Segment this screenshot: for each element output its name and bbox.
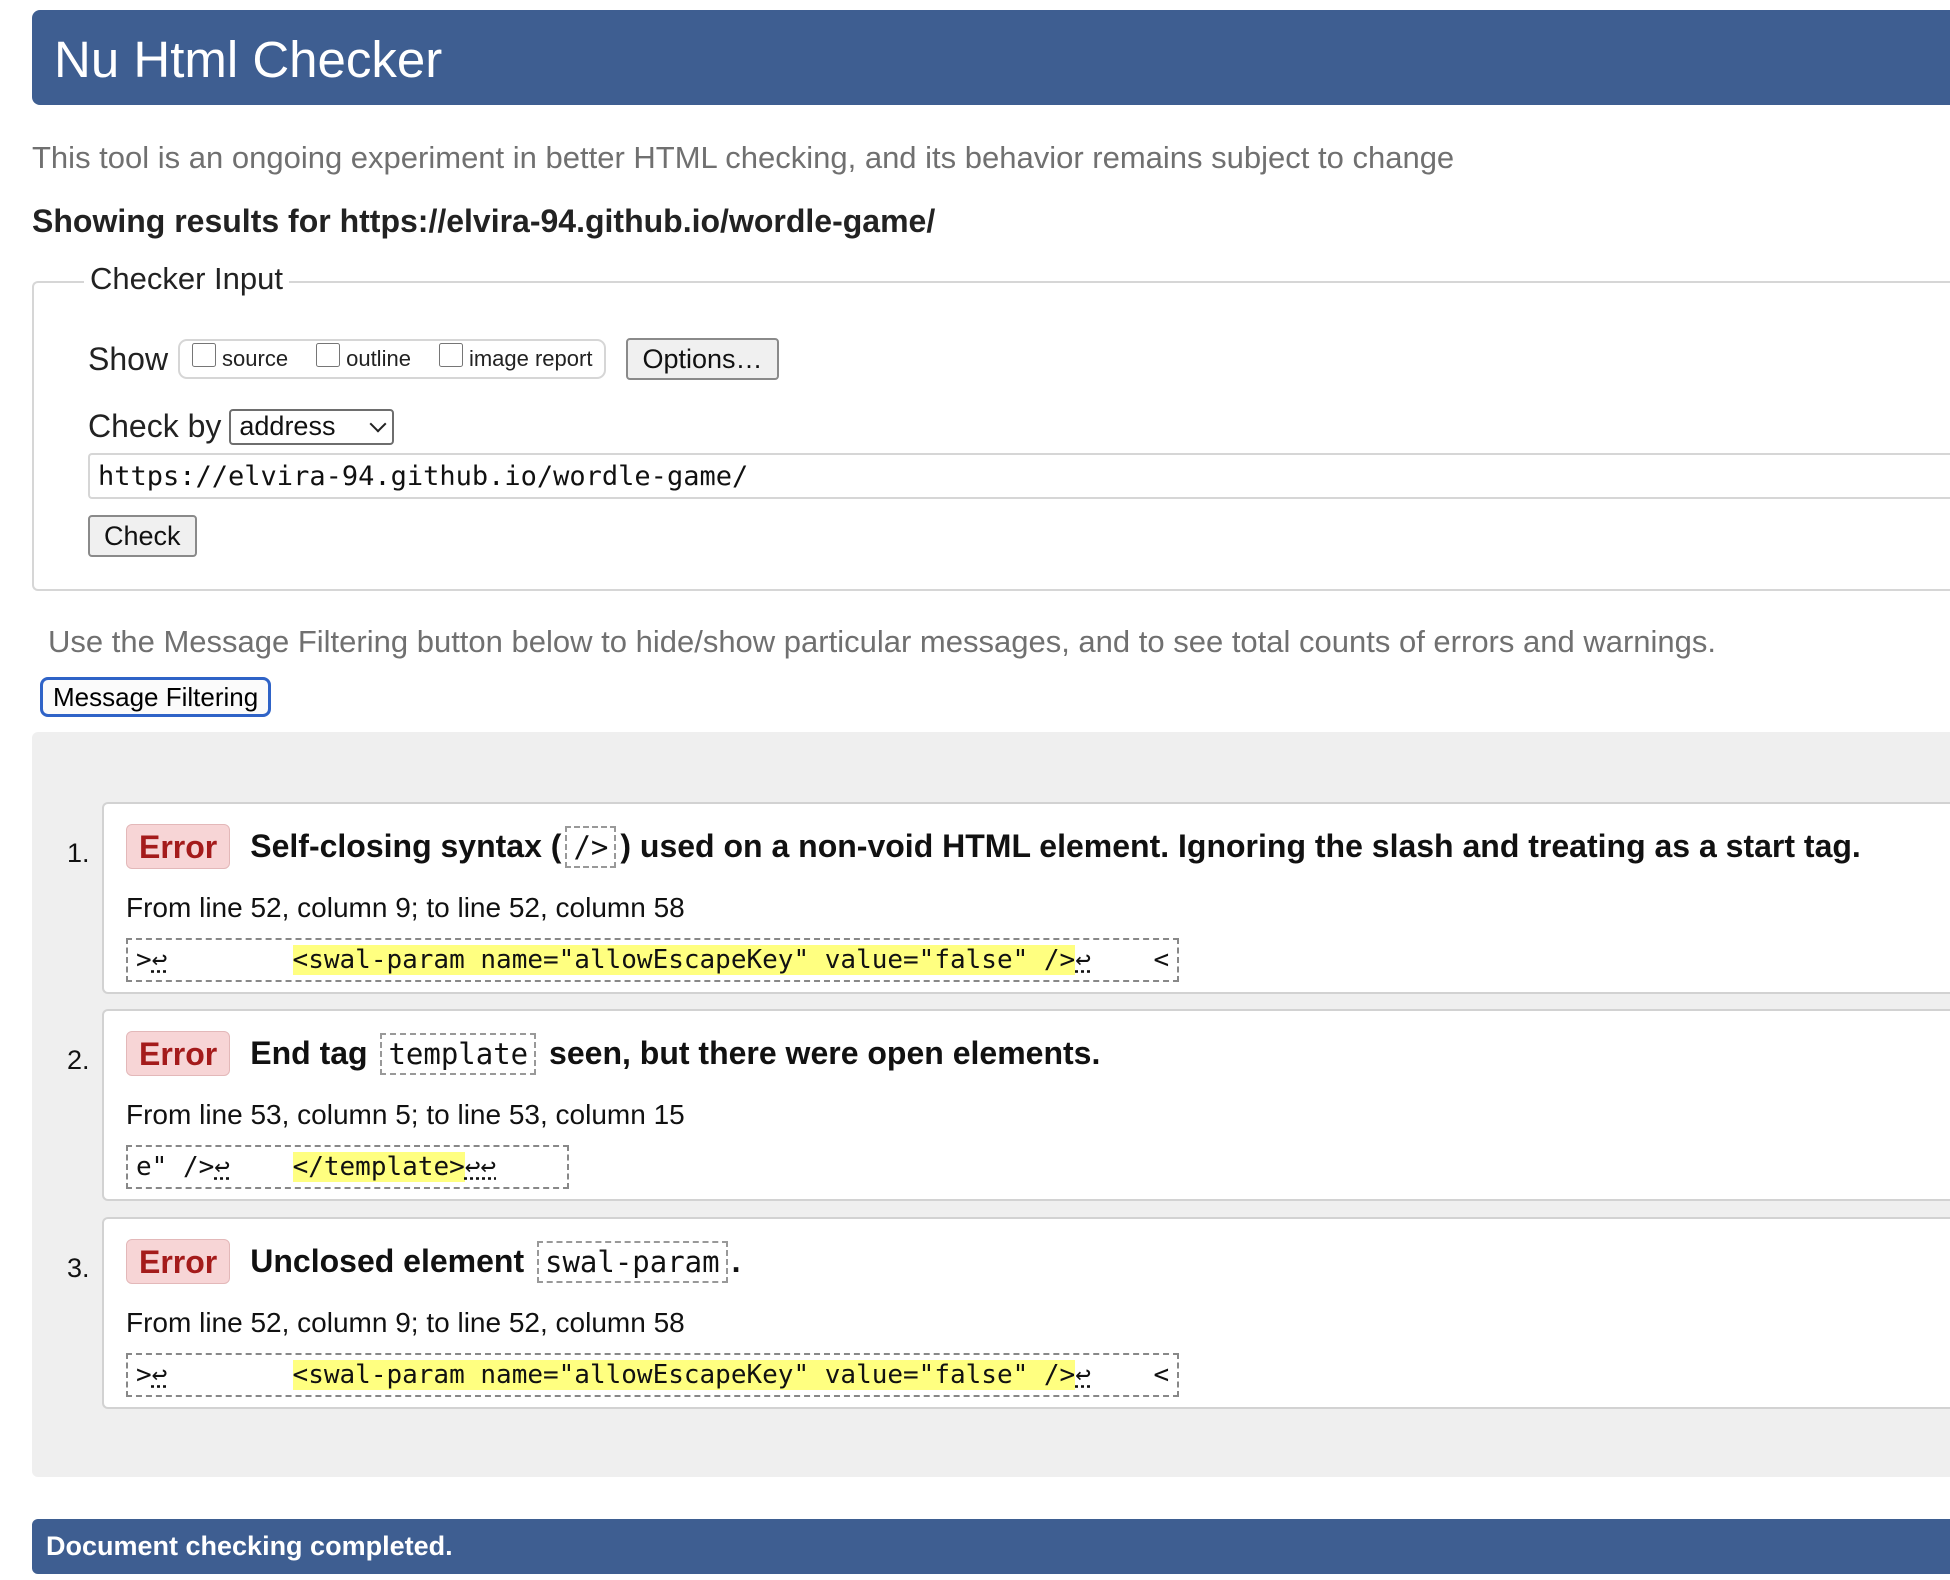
code-extract: > ↩ <swal-param name="allowEscapeKey" val…: [126, 938, 1180, 982]
message-filtering-button[interactable]: Message Filtering: [40, 677, 272, 717]
outline-checkbox-text: outline: [346, 346, 411, 371]
code-extract: e" /> ↩ </template> ↩↩: [126, 1145, 569, 1189]
results-heading: Showing results for https://elvira-94.gi…: [32, 203, 935, 240]
message-text-before: Unclosed element: [250, 1243, 533, 1279]
results-heading-prefix: Showing results for: [32, 203, 340, 239]
error-badge: Error: [126, 1031, 231, 1076]
results-heading-url: https://elvira-94.github.io/wordle-game/: [339, 203, 936, 239]
results-panel: 1. Error Self-closing syntax (/>) used o…: [32, 732, 1950, 1477]
message-title: Error Unclosed element swal-param.: [126, 1239, 741, 1284]
message-title: Error End tag template seen, but there w…: [126, 1031, 1100, 1076]
extract-gap: [167, 945, 292, 975]
check-by-select-value: address: [239, 411, 336, 441]
message-text-before: Self-closing syntax (: [250, 828, 562, 864]
extract-post: <: [1090, 1360, 1170, 1390]
message-location: From line 52, column 9; to line 52, colu…: [126, 892, 685, 923]
extract-pre: >: [136, 1360, 152, 1390]
message-item: 2. Error End tag template seen, but ther…: [67, 1009, 1950, 1201]
extract-pre: e" />: [136, 1152, 215, 1182]
line-feed-icon: ↩↩: [464, 1152, 497, 1182]
extract-gap: [230, 1152, 293, 1182]
status-bar: Document checking completed.: [32, 1519, 1950, 1574]
error-badge: Error: [126, 824, 231, 869]
message-text-after: seen, but there were open elements.: [540, 1035, 1101, 1071]
check-button[interactable]: Check: [88, 515, 197, 557]
extract-post: [496, 1152, 559, 1182]
code-extract: > ↩ <swal-param name="allowEscapeKey" val…: [126, 1353, 1180, 1397]
extract-gap: [167, 1360, 292, 1390]
source-checkbox[interactable]: [192, 343, 217, 367]
message-number: 1.: [67, 838, 90, 868]
message-text-after: .: [731, 1243, 741, 1279]
message-text: Unclosed element swal-param.: [250, 1241, 741, 1283]
page-title: Nu Html Checker: [54, 31, 443, 88]
message-number: 2.: [67, 1045, 90, 1075]
extract-pre: >: [136, 945, 152, 975]
extract-highlight: <swal-param name="allowEscapeKey" value=…: [292, 1360, 1076, 1390]
options-button[interactable]: Options…: [626, 338, 779, 380]
status-text: Document checking completed.: [46, 1531, 453, 1561]
check-by-select[interactable]: address: [229, 408, 395, 445]
outline-checkbox[interactable]: [316, 343, 341, 367]
message-number: 3.: [67, 1253, 90, 1283]
message-item: 1. Error Self-closing syntax (/>) used o…: [67, 802, 1950, 994]
line-feed-icon: ↩: [1075, 1360, 1091, 1390]
show-options-group: source outline image report: [178, 339, 607, 379]
checker-input-legend: Checker Input: [84, 261, 289, 297]
message-text: End tag template seen, but there were op…: [250, 1033, 1101, 1075]
message-text-after: ) used on a non-void HTML element. Ignor…: [620, 828, 1861, 864]
page: Nu Html Checker This tool is an ongoing …: [0, 0, 1950, 1580]
show-label: Show: [88, 340, 169, 377]
message-title: Error Self-closing syntax (/>) used on a…: [126, 824, 1861, 869]
filtering-hint: Use the Message Filtering button below t…: [48, 624, 1717, 659]
image-report-checkbox-text: image report: [468, 346, 593, 371]
message-code: template: [380, 1033, 537, 1075]
intro-text: This tool is an ongoing experiment in be…: [32, 140, 1455, 175]
line-feed-icon: ↩: [151, 945, 168, 975]
check-by-label: Check by: [88, 408, 222, 444]
line-feed-icon: ↩: [214, 1152, 230, 1182]
line-feed-icon: ↩: [1075, 945, 1091, 975]
extract-post: <: [1090, 945, 1170, 975]
message-code: />: [565, 826, 617, 868]
error-badge: Error: [126, 1239, 231, 1284]
message-text: Self-closing syntax (/>) used on a non-v…: [250, 826, 1861, 868]
image-report-checkbox-label[interactable]: image report: [438, 343, 593, 372]
header-bar: Nu Html Checker: [32, 10, 1950, 105]
line-feed-icon: ↩: [151, 1360, 168, 1390]
message-item: 3. Error Unclosed element swal-param. Fr…: [67, 1217, 1950, 1409]
message-location: From line 52, column 9; to line 52, colu…: [126, 1307, 685, 1338]
source-checkbox-label[interactable]: source: [192, 343, 289, 372]
url-input[interactable]: [88, 453, 1950, 499]
outline-checkbox-label[interactable]: outline: [316, 343, 411, 372]
check-by-row: Check by address: [88, 408, 395, 445]
image-report-checkbox[interactable]: [438, 343, 463, 367]
extract-highlight: </template>: [292, 1152, 465, 1182]
message-text-before: End tag: [250, 1035, 377, 1071]
show-row: Show source outline image report Options…: [88, 338, 779, 380]
message-code: swal-param: [537, 1241, 728, 1283]
checker-input-fieldset: Checker Input Show source outline image …: [32, 261, 1950, 591]
chevron-down-icon: [369, 415, 387, 432]
extract-highlight: <swal-param name="allowEscapeKey" value=…: [292, 945, 1076, 975]
message-location: From line 53, column 5; to line 53, colu…: [126, 1099, 685, 1130]
source-checkbox-text: source: [222, 346, 289, 371]
